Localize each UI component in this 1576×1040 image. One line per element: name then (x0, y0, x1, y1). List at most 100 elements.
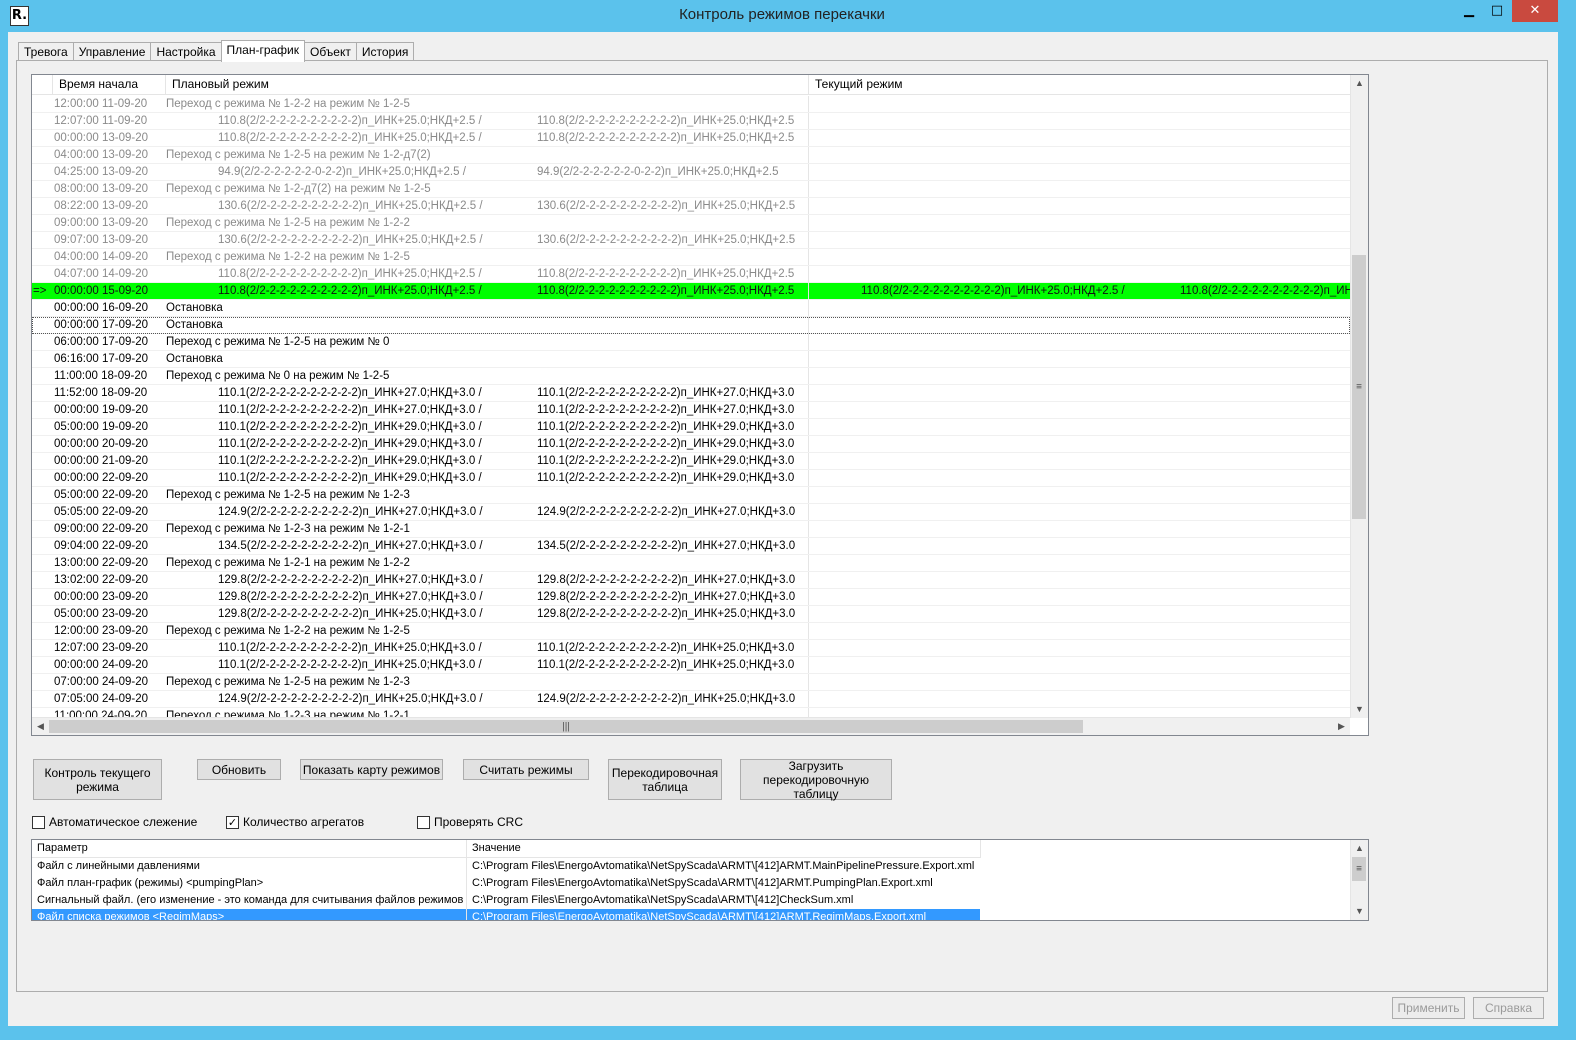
table-row[interactable]: 08:00:00 13-09-20 Переход с режима № 1-2-… (32, 181, 1350, 198)
unit-count-checkbox[interactable]: ✓ Количество агрегатов (226, 815, 364, 829)
parameters-grid[interactable]: Параметр Значение Файл с линейными давле… (31, 839, 1369, 921)
planned-mode-value-b: 110.1(2/2-2-2-2-2-2-2-2-2-2)п_ИНК+29.0;Н… (537, 472, 795, 484)
load-recode-table-button[interactable]: Загрузить перекодировочную таблицу (740, 759, 892, 801)
tab-alarm[interactable]: Тревога (18, 42, 74, 61)
schedule-grid[interactable]: Время начала Плановый режим Текущий режи… (31, 74, 1369, 736)
table-row[interactable]: 07:00:00 24-09-20 Переход с режима № 1-2-… (32, 674, 1350, 691)
grid-horizontal-scrollbar[interactable]: ◀ ||| ▶ (32, 717, 1350, 735)
table-row[interactable]: 06:00:00 17-09-20 Переход с режима № 1-2-… (32, 334, 1350, 351)
planned-mode-text: Остановка (166, 353, 223, 365)
header-start-time[interactable]: Время начала (53, 75, 166, 94)
parameter-row[interactable]: Файл списка режимов <RegimMaps> C:\Progra… (32, 909, 980, 920)
table-row[interactable]: 08:22:00 13-09-20 130.6(2/2-2-2-2-2-2-2-2… (32, 198, 1350, 215)
refresh-button[interactable]: Обновить (197, 759, 281, 780)
header-value[interactable]: Значение (467, 840, 981, 858)
tab-schedule[interactable]: План-график (220, 40, 305, 62)
table-row[interactable]: 04:25:00 13-09-20 94.9(2/2-2-2-2-2-2-0-2-… (32, 164, 1350, 181)
parameter-value-cell[interactable]: C:\Program Files\EnergoAvtomatika\NetSpy… (472, 875, 980, 892)
header-parameter[interactable]: Параметр (32, 840, 467, 858)
checkbox-box[interactable] (32, 815, 45, 829)
maximize-button[interactable]: □ (1484, 0, 1510, 22)
header-planned-mode[interactable]: Плановый режим (166, 75, 809, 94)
table-row[interactable]: 13:02:00 22-09-20 129.8(2/2-2-2-2-2-2-2-2… (32, 572, 1350, 589)
scroll-up-icon[interactable]: ▲ (1351, 840, 1368, 857)
check-crc-checkbox[interactable]: Проверять CRC (417, 815, 523, 829)
parameter-row[interactable]: Файл план-график (режимы) <pumpingPlan> C… (32, 875, 980, 892)
table-row[interactable]: 06:16:00 17-09-20 Остановка (32, 351, 1350, 368)
table-row[interactable]: 12:00:00 23-09-20 Переход с режима № 1-2-… (32, 623, 1350, 640)
planned-mode-text: Переход с режима № 1-2-5 на режим № 1-2-… (166, 489, 410, 501)
scroll-left-icon[interactable]: ◀ (32, 718, 49, 735)
tab-control[interactable]: Управление (72, 42, 152, 61)
tab-history[interactable]: История (355, 42, 415, 61)
parameter-value-cell[interactable]: C:\Program Files\EnergoAvtomatika\NetSpy… (472, 892, 980, 909)
tab-settings[interactable]: Настройка (150, 42, 222, 61)
current-mode-cell (808, 96, 1349, 112)
table-row[interactable]: 13:00:00 22-09-20 Переход с режима № 1-2-… (32, 555, 1350, 572)
help-button[interactable]: Справка (1473, 997, 1544, 1019)
read-modes-button[interactable]: Считать режимы (463, 759, 589, 780)
auto-tracking-checkbox[interactable]: Автоматическое слежение (32, 815, 197, 829)
table-row[interactable]: 11:00:00 18-09-20 Переход с режима № 0 на… (32, 368, 1350, 385)
close-button[interactable]: ✕ (1512, 0, 1558, 22)
schedule-panel: Время начала Плановый режим Текущий режи… (16, 60, 1548, 992)
table-row[interactable]: 00:00:00 21-09-20 110.1(2/2-2-2-2-2-2-2-2… (32, 453, 1350, 470)
table-row[interactable]: 00:00:00 20-09-20 110.1(2/2-2-2-2-2-2-2-2… (32, 436, 1350, 453)
parameter-value-cell[interactable]: C:\Program Files\EnergoAvtomatika\NetSpy… (472, 909, 980, 920)
planned-mode-value-b: 110.1(2/2-2-2-2-2-2-2-2-2-2)п_ИНК+27.0;Н… (537, 387, 795, 399)
show-mode-map-button[interactable]: Показать карту режимов (300, 759, 443, 780)
table-row[interactable]: 12:07:00 11-09-20 110.8(2/2-2-2-2-2-2-2-2… (32, 113, 1350, 130)
table-row[interactable]: 09:00:00 13-09-20 Переход с режима № 1-2-… (32, 215, 1350, 232)
table-row[interactable]: 00:00:00 19-09-20 110.1(2/2-2-2-2-2-2-2-2… (32, 402, 1350, 419)
table-row[interactable]: 00:00:00 13-09-20 110.8(2/2-2-2-2-2-2-2-2… (32, 130, 1350, 147)
table-row[interactable]: 09:07:00 13-09-20 130.6(2/2-2-2-2-2-2-2-2… (32, 232, 1350, 249)
table-row[interactable]: 09:00:00 22-09-20 Переход с режима № 1-2-… (32, 521, 1350, 538)
vertical-scroll-thumb[interactable]: ≡ (1352, 255, 1366, 519)
scroll-down-icon[interactable]: ▼ (1351, 701, 1368, 718)
params-scroll-thumb[interactable]: ≡ (1352, 857, 1366, 881)
table-row[interactable]: 12:07:00 23-09-20 110.1(2/2-2-2-2-2-2-2-2… (32, 640, 1350, 657)
table-row[interactable]: 05:00:00 19-09-20 110.1(2/2-2-2-2-2-2-2-2… (32, 419, 1350, 436)
start-time-cell: 00:00:00 19-09-20 (54, 404, 148, 416)
checkmark-icon[interactable]: ✓ (226, 815, 239, 829)
scroll-down-icon[interactable]: ▼ (1351, 903, 1368, 920)
current-mode-value-a: 110.8(2/2-2-2-2-2-2-2-2-2-2)п_ИНК+25.0;Н… (861, 285, 1125, 297)
table-row[interactable]: 00:00:00 22-09-20 110.1(2/2-2-2-2-2-2-2-2… (32, 470, 1350, 487)
header-current-mode[interactable]: Текущий режим (809, 75, 1349, 94)
table-row[interactable]: 04:00:00 13-09-20 Переход с режима № 1-2-… (32, 147, 1350, 164)
current-mode-cell (808, 419, 1349, 435)
table-row[interactable]: 04:07:00 14-09-20 110.8(2/2-2-2-2-2-2-2-2… (32, 266, 1350, 283)
checkbox-box[interactable] (417, 815, 430, 829)
parameter-row[interactable]: Файл с линейными давлениями C:\Program Fi… (32, 858, 980, 875)
parameter-value-cell[interactable]: C:\Program Files\EnergoAvtomatika\NetSpy… (472, 858, 980, 875)
current-mode-cell (808, 606, 1349, 622)
scroll-up-icon[interactable]: ▲ (1351, 75, 1368, 92)
params-vertical-scrollbar[interactable]: ▲ ≡ ▼ (1350, 840, 1368, 920)
table-row[interactable]: 11:52:00 18-09-20 110.1(2/2-2-2-2-2-2-2-2… (32, 385, 1350, 402)
table-row[interactable]: => 00:00:00 15-09-20 110.8(2/2-2-2-2-2-2-2… (32, 283, 1353, 300)
table-row[interactable]: 09:04:00 22-09-20 134.5(2/2-2-2-2-2-2-2-2… (32, 538, 1350, 555)
table-row[interactable]: 00:00:00 24-09-20 110.1(2/2-2-2-2-2-2-2-2… (32, 657, 1350, 674)
table-row[interactable]: 04:00:00 14-09-20 Переход с режима № 1-2-… (32, 249, 1350, 266)
grid-vertical-scrollbar[interactable]: ▲ ≡ ▼ (1350, 75, 1368, 718)
horizontal-scroll-thumb[interactable]: ||| (49, 720, 1083, 733)
start-time-cell: 04:07:00 14-09-20 (54, 268, 148, 280)
planned-mode-text: Переход с режима № 1-2-1 на режим № 1-2-… (166, 557, 410, 569)
table-row[interactable]: 05:05:00 22-09-20 124.9(2/2-2-2-2-2-2-2-2… (32, 504, 1350, 521)
table-row[interactable]: 07:05:00 24-09-20 124.9(2/2-2-2-2-2-2-2-2… (32, 691, 1350, 708)
table-row[interactable]: 12:00:00 11-09-20 Переход с режима № 1-2-… (32, 96, 1350, 113)
parameter-row[interactable]: Сигнальный файл. (его изменение - это ко… (32, 892, 980, 909)
table-row[interactable]: 00:00:00 17-09-20 Остановка (32, 317, 1350, 334)
current-mode-cell (808, 334, 1349, 350)
control-current-mode-button[interactable]: Контроль текущего режима (33, 759, 162, 800)
table-row[interactable]: 05:00:00 23-09-20 129.8(2/2-2-2-2-2-2-2-2… (32, 606, 1350, 623)
apply-button[interactable]: Применить (1392, 997, 1465, 1019)
recode-table-button[interactable]: Перекодировочная таблица (608, 759, 722, 800)
table-row[interactable]: 00:00:00 23-09-20 129.8(2/2-2-2-2-2-2-2-2… (32, 589, 1350, 606)
minimize-button[interactable]: ▁ (1456, 0, 1482, 22)
title-bar[interactable]: R. Контроль режимов перекачки ▁ □ ✕ (0, 0, 1564, 32)
table-row[interactable]: 00:00:00 16-09-20 Остановка (32, 300, 1350, 317)
tab-object[interactable]: Объект (304, 42, 357, 61)
scroll-right-icon[interactable]: ▶ (1333, 718, 1350, 735)
table-row[interactable]: 05:00:00 22-09-20 Переход с режима № 1-2-… (32, 487, 1350, 504)
